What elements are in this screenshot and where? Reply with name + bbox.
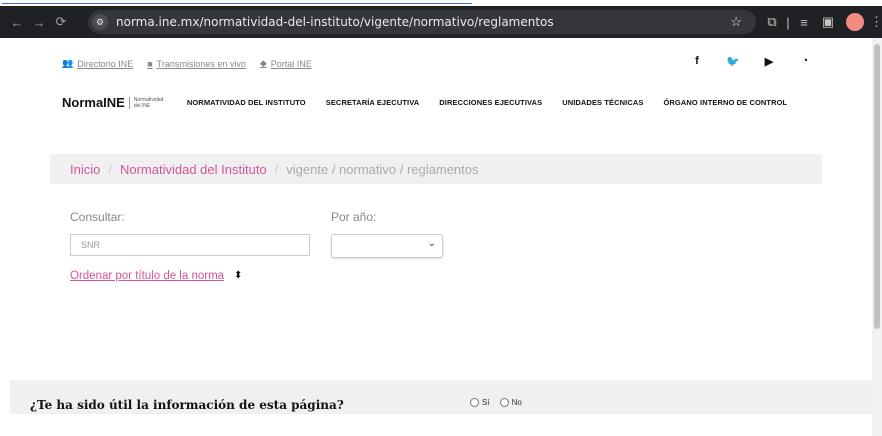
directorio-link[interactable]: 👥 Directorio INE	[62, 58, 133, 69]
nav-item-normatividad[interactable]: NORMATIVIDAD DEL INSTITUTO	[187, 98, 306, 107]
site-logo[interactable]: NormaINE	[62, 95, 125, 110]
divider: |	[786, 14, 790, 30]
order-by-title-link[interactable]: Ordenar por título de la norma	[70, 270, 224, 282]
breadcrumb-current: vigente / normativo / reglamentos	[286, 161, 479, 177]
diamond-icon: ◆	[259, 58, 267, 68]
extensions-icon[interactable]: ⧉	[760, 14, 784, 30]
radio-no[interactable]	[499, 398, 509, 408]
web-page: 👥 Directorio INE ■ Transmisiones en vivo ◆…	[0, 38, 872, 436]
sort-icon[interactable]: ⬍	[234, 270, 242, 281]
side-panel-icon[interactable]: ▣	[816, 14, 840, 30]
nav-item-secretaria[interactable]: SECRETARÍA EJECUTIVA	[326, 98, 420, 107]
facebook-icon[interactable]: f	[690, 55, 704, 68]
utility-links: 👥 Directorio INE ■ Transmisiones en vivo ◆…	[62, 58, 312, 69]
chevron-down-icon: ⌄	[427, 238, 436, 249]
radio-yes[interactable]	[470, 398, 479, 408]
forward-button[interactable]: →	[28, 15, 50, 30]
browser-toolbar: ← → ⟳ ⚙ norma.ine.mx/normatividad-del-in…	[0, 6, 882, 38]
portal-link[interactable]: ◆ Portal INE	[260, 58, 312, 69]
feedback-options: Sí No	[470, 398, 522, 408]
twitter-icon[interactable]: 🐦	[726, 55, 740, 68]
logo-subtitle: Normatividad del INE	[128, 96, 169, 109]
url-text[interactable]: norma.ine.mx/normatividad-del-instituto/…	[116, 15, 554, 29]
address-bar[interactable]: ⚙ norma.ine.mx/normatividad-del-institut…	[88, 10, 756, 34]
consultar-label: Consultar:	[70, 210, 125, 224]
breadcrumb-home[interactable]: Inicio	[70, 162, 100, 177]
nav-item-direcciones[interactable]: DIRECCIONES EJECUTIVAS	[439, 98, 542, 107]
transmisiones-link[interactable]: ■ Transmisiones en vivo	[147, 58, 246, 69]
year-label: Por año:	[331, 210, 377, 224]
video-icon: ■	[147, 58, 153, 69]
reload-button[interactable]: ⟳	[50, 14, 72, 30]
users-icon: 👥	[62, 58, 74, 68]
media-icon[interactable]: ≡	[792, 15, 816, 30]
youtube-icon[interactable]: ▶	[762, 55, 776, 68]
page-scrollbar[interactable]	[872, 38, 882, 436]
year-select[interactable]: ⌄	[331, 234, 443, 258]
site-info-icon[interactable]: ⚙	[92, 14, 108, 30]
breadcrumb: Inicio / Normatividad del Instituto / vi…	[50, 154, 822, 184]
profile-avatar[interactable]	[846, 13, 864, 31]
browser-actions: ⧉ | ≡ ▣ ⋮	[760, 6, 882, 38]
consultar-input[interactable]: SNR	[70, 234, 310, 256]
nav-item-organo[interactable]: ÓRGANO INTERNO DE CONTROL	[663, 98, 787, 107]
main-navigation: NormaINE Normatividad del INE NORMATIVID…	[62, 95, 787, 110]
breadcrumb-separator: /	[108, 161, 112, 177]
rss-icon[interactable]: ◔	[798, 55, 812, 68]
feedback-section: ¿Te ha sido útil la información de esta …	[10, 380, 872, 436]
bookmark-star-icon[interactable]: ☆	[730, 14, 742, 30]
breadcrumb-section[interactable]: Normatividad del Instituto	[120, 162, 267, 177]
feedback-no[interactable]: No	[499, 398, 522, 408]
nav-item-unidades[interactable]: UNIDADES TÉCNICAS	[562, 98, 643, 107]
social-links: f 🐦 ▶ ◔	[690, 55, 812, 68]
feedback-question: ¿Te ha sido útil la información de esta …	[30, 398, 344, 412]
breadcrumb-separator: /	[274, 161, 279, 177]
scrollbar-thumb[interactable]	[874, 44, 880, 329]
menu-icon[interactable]: ⋮	[870, 14, 882, 30]
feedback-yes[interactable]: Sí	[470, 398, 490, 408]
back-button[interactable]: ←	[6, 15, 28, 30]
